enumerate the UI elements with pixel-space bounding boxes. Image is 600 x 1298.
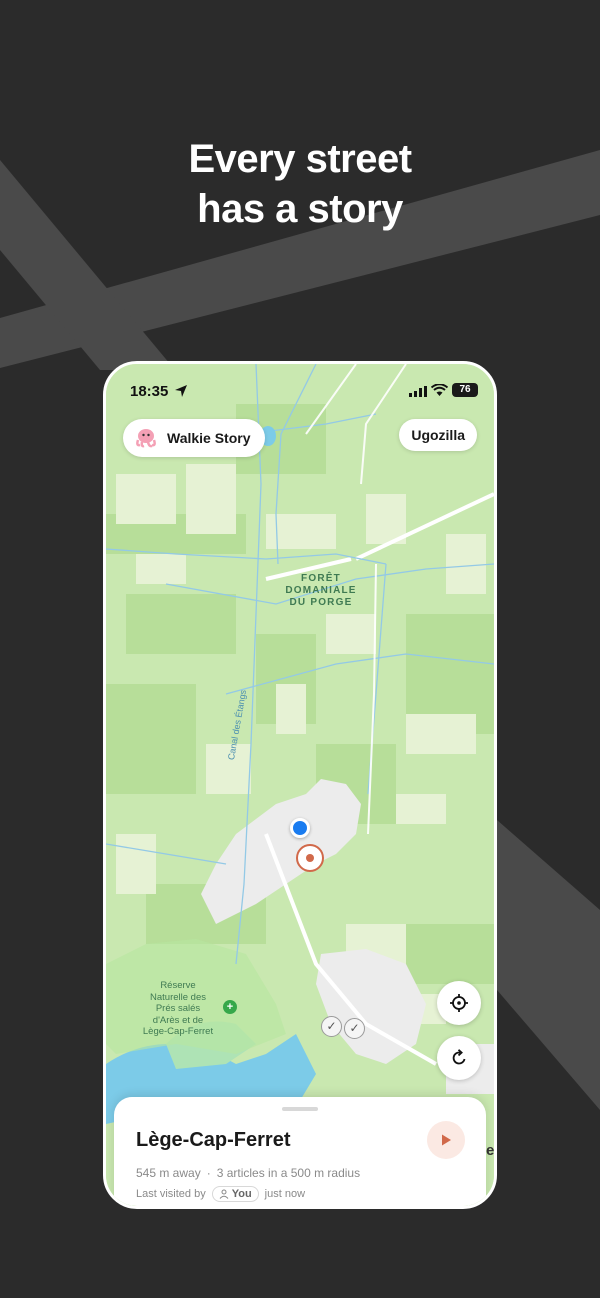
reserve-label-line-4: d'Arès et de bbox=[152, 1014, 204, 1026]
check-icon: ✓ bbox=[349, 1021, 360, 1035]
play-button[interactable] bbox=[427, 1121, 465, 1159]
user-location-dot bbox=[290, 818, 310, 838]
brand-pill[interactable]: Walkie Story bbox=[123, 419, 265, 457]
wifi-icon bbox=[431, 384, 448, 396]
refresh-button[interactable] bbox=[437, 1036, 481, 1080]
play-icon bbox=[442, 1134, 451, 1146]
reserve-label-line-2: Naturelle des bbox=[150, 991, 206, 1003]
sheet-handle[interactable] bbox=[282, 1107, 318, 1111]
location-arrow-icon bbox=[175, 385, 187, 397]
place-distance: 545 m away bbox=[136, 1166, 201, 1180]
place-sheet[interactable]: Lège-Cap-Ferret 545 m away · 3 articles in… bbox=[114, 1097, 486, 1206]
last-visited: Last visited by You just now bbox=[136, 1186, 305, 1202]
refresh-icon bbox=[452, 1049, 466, 1065]
next-card-peek: e bbox=[486, 1142, 495, 1159]
forest-label-line-2: DOMANIALE bbox=[285, 585, 357, 596]
place-meta: 545 m away · 3 articles in a 500 m radius bbox=[136, 1166, 360, 1180]
place-articles: 3 articles in a 500 m radius bbox=[216, 1166, 361, 1180]
recenter-button[interactable] bbox=[437, 981, 481, 1025]
headline-line-2: has a story bbox=[197, 187, 403, 231]
check-icon: ✓ bbox=[326, 1019, 337, 1033]
forest-label-line-1: FORÊT bbox=[301, 573, 341, 584]
status-bar: 18:35 76 bbox=[106, 364, 494, 416]
reserve-label-line-1: Réserve bbox=[160, 980, 196, 991]
reserve-label-line-3: Prés salés bbox=[155, 1003, 201, 1014]
brand-label: Walkie Story bbox=[167, 430, 251, 446]
status-time: 18:35 bbox=[130, 383, 169, 400]
map-label-reserve: Réserve Naturelle des Prés salés d'Arès … bbox=[128, 980, 228, 1038]
story-marker-center bbox=[306, 854, 314, 862]
meta-separator: · bbox=[206, 1166, 211, 1180]
crosshair-icon bbox=[450, 994, 468, 1012]
visitor-name: You bbox=[231, 1188, 252, 1200]
visited-time: just now bbox=[264, 1188, 306, 1200]
user-profile-button[interactable]: Ugozilla bbox=[399, 419, 477, 451]
signal-icon bbox=[409, 386, 427, 397]
user-name: Ugozilla bbox=[411, 427, 465, 443]
phone-frame: 18:35 76 Walkie Story Ugozilla FORÊT DOM… bbox=[103, 361, 497, 1209]
map-label-forest: FORÊT DOMANIALE DU PORGE bbox=[266, 573, 376, 609]
octopus-logo-icon bbox=[136, 429, 156, 448]
last-visited-label: Last visited by bbox=[136, 1188, 206, 1200]
visited-marker[interactable]: ✓ bbox=[321, 1016, 342, 1037]
visited-marker[interactable]: ✓ bbox=[344, 1018, 365, 1039]
reserve-label-line-5: Lège-Cap-Ferret bbox=[142, 1026, 214, 1037]
battery-indicator: 76 bbox=[452, 383, 478, 397]
story-marker[interactable] bbox=[296, 844, 324, 872]
forest-label-line-3: DU PORGE bbox=[289, 597, 353, 608]
headline-line-1: Every street bbox=[188, 137, 412, 181]
map[interactable] bbox=[106, 364, 494, 1206]
user-icon bbox=[219, 1189, 229, 1199]
visitor-chip[interactable]: You bbox=[211, 1186, 259, 1202]
reserve-plus-icon[interactable]: + bbox=[223, 1000, 237, 1014]
headline: Every street has a story bbox=[0, 134, 600, 234]
place-title: Lège-Cap-Ferret bbox=[136, 1129, 291, 1151]
